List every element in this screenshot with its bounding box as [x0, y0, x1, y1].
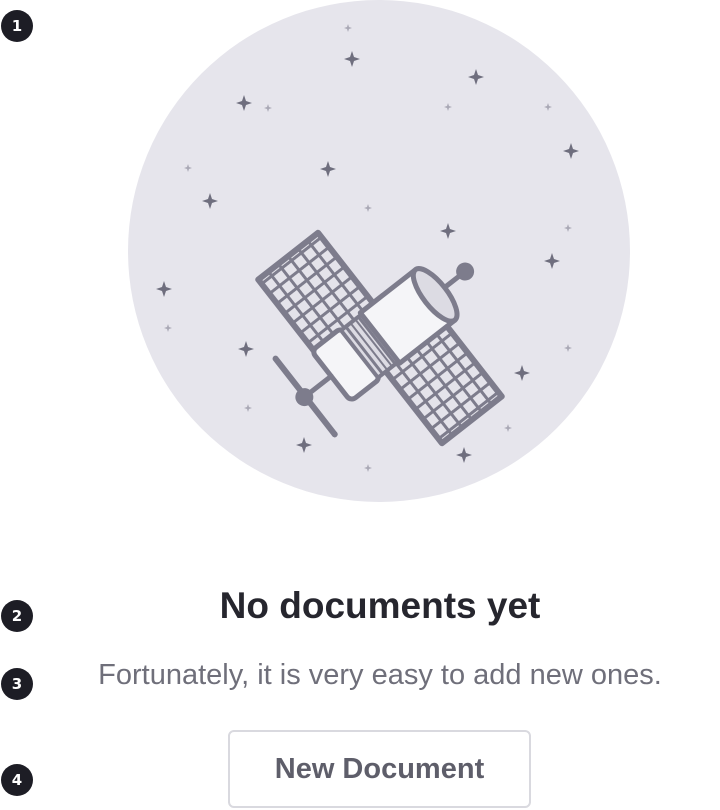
satellite-illustration — [128, 0, 630, 502]
empty-state-title: No documents yet — [219, 585, 541, 626]
callout-marker-4: 4 — [1, 764, 33, 796]
callout-marker-3: 3 — [1, 668, 33, 700]
new-document-button[interactable]: New Document — [228, 730, 531, 808]
empty-state-subtitle: Fortunately, it is very easy to add new … — [98, 659, 662, 691]
space-circle-background — [128, 0, 630, 502]
callout-marker-1: 1 — [1, 10, 33, 42]
callout-marker-2: 2 — [1, 600, 33, 632]
